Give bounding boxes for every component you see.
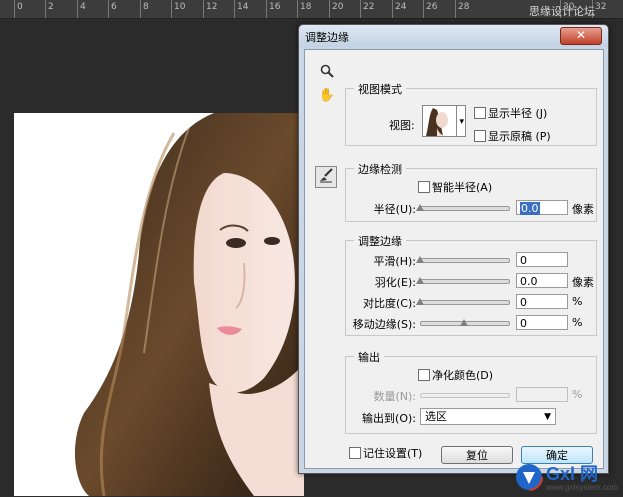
feather-label: 羽化(E):: [374, 276, 416, 289]
smooth-slider-thumb[interactable]: [416, 256, 424, 263]
adjust-edge-legend: 调整边缘: [354, 233, 406, 249]
contrast-unit: %: [572, 295, 583, 308]
ruler-label: 2: [45, 0, 54, 18]
ruler-label: 4: [77, 0, 86, 18]
ruler-label: 10: [171, 0, 185, 18]
ruler-label: 8: [140, 0, 149, 18]
refine-radius-tool[interactable]: [315, 166, 337, 188]
ruler-label: 14: [234, 0, 248, 18]
smooth-slider-track[interactable]: [420, 258, 510, 263]
radius-slider-track[interactable]: [420, 206, 510, 211]
shift-edge-input[interactable]: 0: [516, 315, 568, 330]
remember-settings-checkbox[interactable]: [349, 447, 361, 459]
view-mode-dropdown[interactable]: ▾: [456, 105, 466, 137]
dropdown-arrow-icon: ▾: [459, 117, 464, 127]
hand-tool[interactable]: ✋: [317, 86, 337, 106]
logo-url: www.gxlsystem.com: [546, 483, 619, 492]
ruler-label: 12: [203, 0, 217, 18]
portrait-thumbnail: [426, 108, 448, 136]
portrait-photo: [74, 113, 304, 496]
ruler-label: 22: [360, 0, 374, 18]
edge-detection-legend: 边缘检测: [354, 161, 406, 177]
output-to-value: 选区: [425, 410, 447, 423]
radius-slider-thumb[interactable]: [416, 204, 424, 211]
view-mode-group: 视图模式 视图: ▾ 显示半径 (J) 显示原稿 (P): [345, 81, 597, 146]
feather-unit: 像素: [572, 276, 594, 289]
adjust-edge-group: 调整边缘 平滑(H): 0 羽化(E): 0.0 像素 对比度(C): 0 % …: [345, 233, 597, 336]
output-legend: 输出: [354, 349, 384, 365]
amount-unit: %: [572, 388, 583, 401]
document-canvas[interactable]: [14, 113, 304, 496]
hand-icon: ✋: [318, 88, 336, 103]
show-radius-checkbox[interactable]: [474, 107, 486, 119]
site-watermark: 思缘设计论坛: [529, 5, 595, 18]
ruler-label: 28: [455, 0, 469, 18]
feather-slider-track[interactable]: [420, 279, 510, 284]
ruler-label: 26: [423, 0, 437, 18]
radius-input[interactable]: 0.0: [516, 200, 568, 215]
dialog-body: ✋ 视图模式 视图: ▾ 显示半径 (J) 显示原稿 (P) 边缘检测 智能半径…: [304, 49, 604, 469]
ruler-label: 6: [108, 0, 117, 18]
edge-detection-group: 边缘检测 智能半径(A) 半径(U): 0.0 像素: [345, 161, 597, 222]
amount-input: [516, 387, 568, 402]
view-preview-thumbnail[interactable]: [422, 105, 457, 137]
reset-button[interactable]: 复位: [441, 446, 513, 464]
smart-radius-checkbox[interactable]: [418, 181, 430, 193]
smooth-input[interactable]: 0: [516, 252, 568, 267]
dropdown-arrow-icon: ▼: [544, 412, 551, 422]
contrast-slider-thumb[interactable]: [416, 298, 424, 305]
remember-settings-label: 记住设置(T): [363, 447, 423, 460]
zoom-tool[interactable]: [317, 64, 337, 84]
smooth-label: 平滑(H):: [373, 255, 416, 268]
show-original-checkbox[interactable]: [474, 130, 486, 142]
ruler-label: 20: [329, 0, 343, 18]
dialog-title: 调整边缘: [305, 31, 349, 44]
radius-label: 半径(U):: [373, 203, 416, 216]
amount-label: 数量(N):: [373, 390, 416, 403]
contrast-slider-track[interactable]: [420, 300, 510, 305]
amount-slider-track: [420, 393, 510, 398]
decontaminate-checkbox[interactable]: [418, 369, 430, 381]
refine-edge-dialog: 调整边缘 ✕ ✋ 视图模式 视图: ▾ 显示半径 (J) 显示原稿 (P) 边缘…: [298, 24, 609, 474]
output-to-select[interactable]: 选区 ▼: [420, 408, 556, 425]
view-label: 视图:: [389, 119, 415, 132]
radius-unit: 像素: [572, 203, 594, 216]
magnifier-icon: [320, 64, 334, 78]
contrast-label: 对比度(C):: [363, 297, 416, 310]
decontaminate-label: 净化颜色(D): [432, 369, 494, 382]
dialog-titlebar[interactable]: 调整边缘 ✕: [299, 25, 608, 47]
ruler-label: 18: [297, 0, 311, 18]
show-original-label: 显示原稿 (P): [488, 130, 551, 143]
show-radius-label: 显示半径 (J): [488, 107, 548, 120]
smart-radius-label: 智能半径(A): [432, 181, 493, 194]
output-group: 输出 净化颜色(D) 数量(N): % 输出到(O): 选区 ▼: [345, 349, 597, 434]
feather-slider-thumb[interactable]: [416, 277, 424, 284]
shift-edge-slider-thumb[interactable]: [460, 319, 468, 326]
ruler-label: 0: [14, 0, 23, 18]
radius-value: 0.0: [520, 202, 540, 215]
close-button[interactable]: ✕: [560, 27, 602, 45]
feather-input[interactable]: 0.0: [516, 273, 568, 288]
brush-icon: [320, 168, 333, 183]
site-logo: Gxl 网 www.gxlsystem.com: [514, 460, 619, 494]
shift-edge-unit: %: [572, 316, 583, 329]
output-to-label: 输出到(O):: [362, 412, 416, 425]
ruler-label: 24: [392, 0, 406, 18]
contrast-input[interactable]: 0: [516, 294, 568, 309]
shift-edge-label: 移动边缘(S):: [352, 318, 416, 331]
ruler-label: 16: [266, 0, 280, 18]
view-mode-legend: 视图模式: [354, 81, 406, 97]
